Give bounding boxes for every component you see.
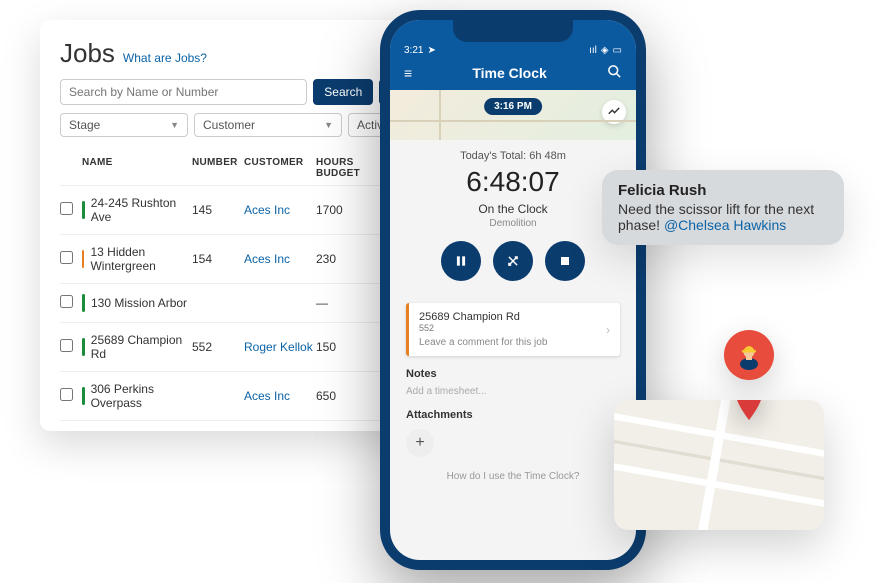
location-icon: ➤ bbox=[427, 45, 435, 56]
add-timesheet-hint[interactable]: Add a timesheet... bbox=[390, 384, 636, 405]
row-checkbox[interactable] bbox=[60, 251, 73, 264]
notes-section-label: Notes bbox=[390, 364, 636, 384]
help-link[interactable]: What are Jobs? bbox=[123, 51, 207, 65]
chat-mention[interactable]: @Chelsea Hawkins bbox=[664, 217, 786, 233]
job-name: 25689 Champion Rd bbox=[91, 333, 192, 361]
phone-notch bbox=[453, 20, 573, 42]
status-bar-icon bbox=[82, 201, 85, 219]
status-bar-icon bbox=[82, 387, 85, 405]
clock-status: On the Clock bbox=[406, 202, 620, 216]
budget-value: 230 bbox=[316, 252, 376, 266]
timer-value: 6:48:07 bbox=[406, 166, 620, 198]
job-number: 552 bbox=[192, 340, 244, 354]
stop-button[interactable] bbox=[545, 241, 585, 281]
wifi-icon: ◈ bbox=[601, 45, 609, 56]
job-name: 130 Mission Arbor bbox=[91, 296, 187, 310]
row-checkbox[interactable] bbox=[60, 388, 73, 401]
table-row[interactable]: 306 Perkins Overpass Aces Inc 650 bbox=[60, 372, 430, 421]
add-attachment-button[interactable]: + bbox=[406, 429, 434, 457]
chat-sender: Felicia Rush bbox=[618, 182, 828, 199]
row-checkbox[interactable] bbox=[60, 202, 73, 215]
time-pill: 3:16 PM bbox=[484, 98, 542, 115]
phone-frame: 3:21➤ ııl◈▭ ≡ Time Clock 3:16 PM Today's… bbox=[380, 10, 646, 570]
table-row[interactable]: 25689 Champion Rd 552 Roger Kellok 150 bbox=[60, 323, 430, 372]
job-name: 24-245 Rushton Ave bbox=[91, 196, 192, 224]
chat-bubble: Felicia Rush Need the scissor lift for t… bbox=[602, 170, 844, 245]
screen-title: Time Clock bbox=[472, 65, 546, 81]
job-name: 306 Perkins Overpass bbox=[91, 382, 192, 410]
row-checkbox[interactable] bbox=[60, 339, 73, 352]
app-bar: ≡ Time Clock bbox=[390, 56, 636, 90]
table-header: NAME NUMBER CUSTOMER HOURS BUDGET bbox=[60, 149, 430, 186]
search-icon[interactable] bbox=[607, 64, 622, 82]
task-label: Demolition bbox=[406, 218, 620, 229]
attachments-section-label: Attachments bbox=[390, 405, 636, 425]
customer-link[interactable]: Aces Inc bbox=[244, 252, 316, 266]
customer-link[interactable]: Roger Kellok bbox=[244, 340, 316, 354]
chevron-right-icon: › bbox=[606, 323, 610, 337]
budget-value: 1700 bbox=[316, 203, 376, 217]
budget-value: 150 bbox=[316, 340, 376, 354]
table-row[interactable]: 24-245 Rushton Ave 145 Aces Inc 1700 bbox=[60, 186, 430, 235]
customer-link[interactable]: Aces Inc bbox=[244, 203, 316, 217]
help-text[interactable]: How do I use the Time Clock? bbox=[390, 471, 636, 482]
map-card[interactable] bbox=[614, 400, 824, 530]
signal-icon: ııl bbox=[589, 45, 597, 56]
switch-button[interactable] bbox=[493, 241, 533, 281]
search-input[interactable] bbox=[60, 79, 307, 105]
budget-value: 650 bbox=[316, 389, 376, 403]
menu-icon[interactable]: ≡ bbox=[404, 65, 412, 81]
job-name: 13 Hidden Wintergreen bbox=[90, 245, 192, 273]
worker-avatar-icon bbox=[724, 330, 774, 380]
activity-icon[interactable] bbox=[602, 100, 626, 124]
chevron-down-icon: ▼ bbox=[170, 120, 179, 130]
current-job-card[interactable]: 25689 Champion Rd 552 Leave a comment fo… bbox=[406, 303, 620, 356]
chevron-down-icon: ▼ bbox=[324, 120, 333, 130]
table-row[interactable]: 130 Mission Arbor — bbox=[60, 284, 430, 323]
map-pin-icon bbox=[734, 400, 764, 420]
search-button[interactable]: Search bbox=[313, 79, 373, 105]
page-title: Jobs bbox=[60, 38, 115, 69]
today-total-label: Today's Total: 6h 48m bbox=[406, 150, 620, 162]
status-bar-icon bbox=[82, 294, 85, 312]
battery-icon: ▭ bbox=[613, 45, 622, 56]
budget-value: — bbox=[316, 296, 376, 310]
stage-select[interactable]: Stage▼ bbox=[60, 113, 188, 137]
table-row[interactable]: 13 Hidden Wintergreen 154 Aces Inc 230 bbox=[60, 235, 430, 284]
pause-button[interactable] bbox=[441, 241, 481, 281]
customer-select[interactable]: Customer▼ bbox=[194, 113, 342, 137]
customer-link[interactable]: Aces Inc bbox=[244, 389, 316, 403]
status-bar-icon bbox=[82, 338, 85, 356]
row-checkbox[interactable] bbox=[60, 295, 73, 308]
status-bar-icon bbox=[82, 250, 84, 268]
map-strip[interactable]: 3:16 PM bbox=[390, 90, 636, 140]
job-number: 145 bbox=[192, 203, 244, 217]
job-number: 154 bbox=[192, 252, 244, 266]
